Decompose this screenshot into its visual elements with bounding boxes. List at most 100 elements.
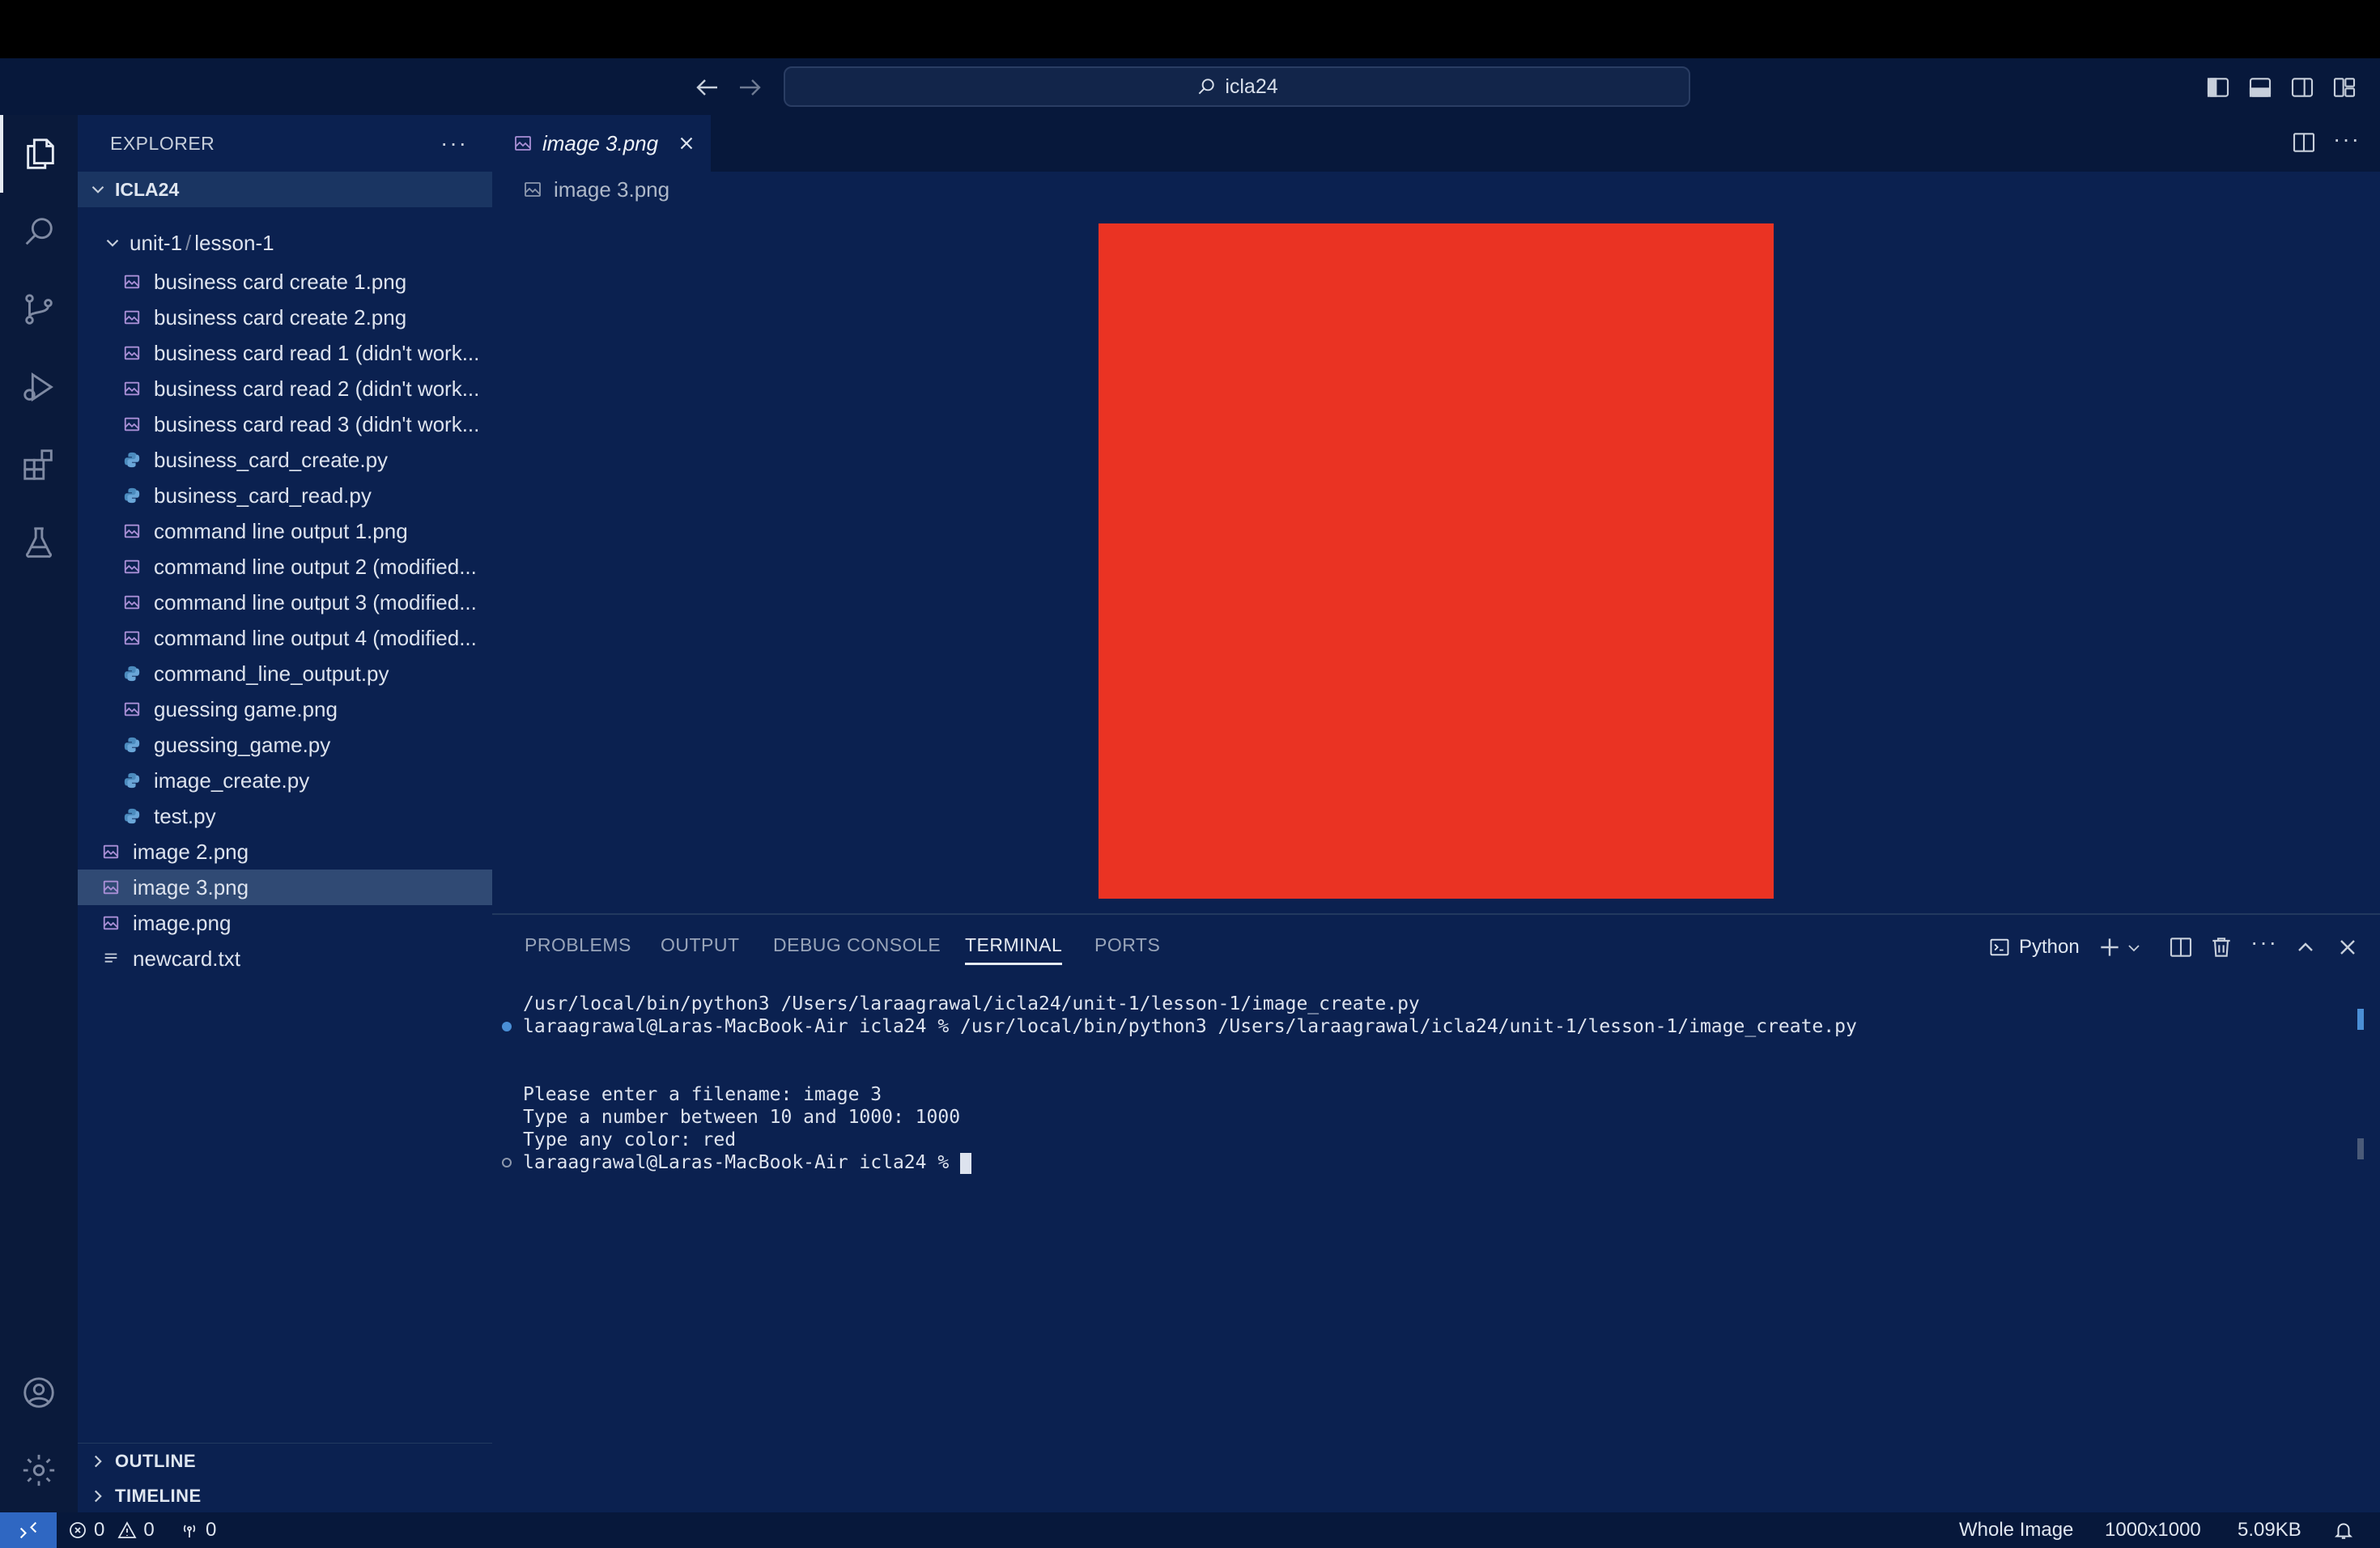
toggle-primary-sidebar-icon[interactable] <box>2205 74 2231 100</box>
command-decoration-icon[interactable] <box>502 1022 512 1031</box>
image-file-icon <box>123 380 141 398</box>
ports-status[interactable]: 0 <box>180 1512 216 1548</box>
file-item[interactable]: guessing game.png <box>78 691 538 727</box>
terminal-line-text: laraagrawal@Laras-MacBook-Air icla24 % /… <box>523 1016 1857 1037</box>
file-item[interactable]: guessing_game.py <box>78 727 538 763</box>
folder-unit-1-lesson-1[interactable]: unit-1 / lesson-1 <box>78 225 516 261</box>
file-item[interactable]: image 2.png <box>78 834 516 870</box>
file-item[interactable]: image_create.py <box>78 763 538 798</box>
tab-image-3[interactable]: image 3.png <box>492 115 711 172</box>
file-item[interactable]: command line output 2 (modified... <box>78 549 538 585</box>
customize-layout-icon[interactable] <box>2331 74 2357 100</box>
close-icon[interactable] <box>676 133 697 154</box>
search-activity-icon[interactable] <box>0 193 78 270</box>
python-file-icon <box>123 736 141 754</box>
file-item[interactable]: business card create 2.png <box>78 300 538 335</box>
breadcrumb[interactable]: image 3.png <box>492 172 2380 207</box>
file-name: business_card_read.py <box>154 483 372 508</box>
source-control-icon[interactable] <box>0 270 78 348</box>
editor-more-actions-icon[interactable]: ··· <box>2333 126 2361 152</box>
toggle-secondary-sidebar-icon[interactable] <box>2289 74 2315 100</box>
tab-ports[interactable]: PORTS <box>1094 934 1160 963</box>
split-editor-icon[interactable] <box>2291 130 2317 155</box>
trash-icon[interactable] <box>2208 934 2234 960</box>
folder-part-2: lesson-1 <box>194 230 274 255</box>
scrollbar-thumb[interactable] <box>2357 1138 2364 1159</box>
window-top-bar <box>0 0 2380 58</box>
file-item[interactable]: image.png <box>78 905 516 941</box>
folder-separator: / <box>185 230 192 255</box>
terminal-profile[interactable]: Python <box>1988 931 2080 963</box>
command-decoration-icon[interactable] <box>502 1158 512 1167</box>
file-name: command line output 2 (modified... <box>154 554 477 579</box>
run-debug-icon[interactable] <box>0 348 78 426</box>
forward-arrow-icon[interactable] <box>735 73 764 102</box>
file-item[interactable]: command line output 4 (modified... <box>78 620 538 656</box>
chevron-down-icon[interactable] <box>2124 934 2144 960</box>
image-view-mode[interactable]: Whole Image <box>1959 1512 2073 1548</box>
file-item[interactable]: command_line_output.py <box>78 656 538 691</box>
file-item[interactable]: business card read 3 (didn't work... <box>78 406 538 442</box>
image-file-icon <box>123 593 141 611</box>
file-name: business card create 2.png <box>154 304 407 330</box>
python-file-icon <box>123 665 141 683</box>
more-actions-icon[interactable]: ··· <box>440 130 468 156</box>
editor-tab-bar: image 3.png ··· <box>492 115 2380 172</box>
file-item[interactable]: business card create 1.png <box>78 264 538 300</box>
image-file-size: 5.09KB <box>2238 1519 2301 1541</box>
file-name: test.py <box>154 803 216 828</box>
file-item[interactable]: command line output 1.png <box>78 513 538 549</box>
remote-indicator[interactable] <box>0 1512 57 1548</box>
close-panel-icon[interactable] <box>2335 934 2361 960</box>
tab-debug-console[interactable]: DEBUG CONSOLE <box>773 934 941 963</box>
file-item[interactable]: business_card_read.py <box>78 478 538 513</box>
file-name: business card read 3 (didn't work... <box>154 411 480 436</box>
tab-terminal[interactable]: TERMINAL <box>965 934 1063 965</box>
remote-icon <box>19 1521 37 1539</box>
file-item[interactable]: test.py <box>78 798 538 834</box>
file-name: command line output 4 (modified... <box>154 625 477 650</box>
maximize-panel-chevron-up-icon[interactable] <box>2293 934 2318 960</box>
terminal-output[interactable]: /usr/local/bin/python3 /Users/laraagrawa… <box>502 993 2304 1174</box>
workspace-root[interactable]: ICLA24 <box>78 172 492 207</box>
terminal-cursor <box>960 1152 972 1174</box>
problems-status[interactable]: 0 0 <box>68 1512 155 1548</box>
previewed-image[interactable] <box>1099 223 1774 899</box>
text-file-icon <box>102 950 120 968</box>
image-file-icon <box>123 273 141 291</box>
tab-problems[interactable]: PROBLEMS <box>525 934 631 963</box>
split-terminal-icon[interactable] <box>2168 934 2194 960</box>
image-file-icon <box>123 344 141 362</box>
file-item[interactable]: business card read 2 (didn't work... <box>78 371 538 406</box>
file-item[interactable]: image 3.png <box>78 870 516 905</box>
tab-output[interactable]: OUTPUT <box>661 934 740 963</box>
new-terminal-plus-icon[interactable] <box>2097 934 2123 960</box>
file-item[interactable]: newcard.txt <box>78 941 516 976</box>
file-item[interactable]: command line output 3 (modified... <box>78 585 538 620</box>
notifications-bell-icon[interactable] <box>2333 1512 2354 1548</box>
file-name: business card read 1 (didn't work... <box>154 340 480 365</box>
extensions-icon[interactable] <box>0 426 78 504</box>
file-item[interactable]: business_card_create.py <box>78 442 538 478</box>
command-center-search[interactable]: icla24 <box>784 66 1690 107</box>
explorer-icon[interactable] <box>0 115 78 193</box>
toggle-panel-icon[interactable] <box>2247 74 2273 100</box>
manage-gear-icon[interactable] <box>0 1431 78 1509</box>
file-name: newcard.txt <box>133 946 240 971</box>
image-file-icon <box>523 180 542 199</box>
file-name: command_line_output.py <box>154 661 389 686</box>
terminal-profile-label: Python <box>2019 936 2080 958</box>
outline-section[interactable]: OUTLINE <box>78 1443 502 1479</box>
image-file-icon <box>102 878 120 896</box>
python-file-icon <box>123 772 141 789</box>
error-icon <box>68 1520 87 1540</box>
image-preview <box>492 207 2380 913</box>
image-file-icon <box>513 134 533 153</box>
testing-flask-icon[interactable] <box>0 504 78 581</box>
file-item[interactable]: business card read 1 (didn't work... <box>78 335 538 371</box>
panel-more-actions-icon[interactable]: ··· <box>2250 929 2276 955</box>
back-arrow-icon[interactable] <box>693 73 722 102</box>
title-bar: icla24 <box>0 58 2380 115</box>
timeline-section[interactable]: TIMELINE <box>78 1478 502 1514</box>
accounts-icon[interactable] <box>0 1354 78 1431</box>
